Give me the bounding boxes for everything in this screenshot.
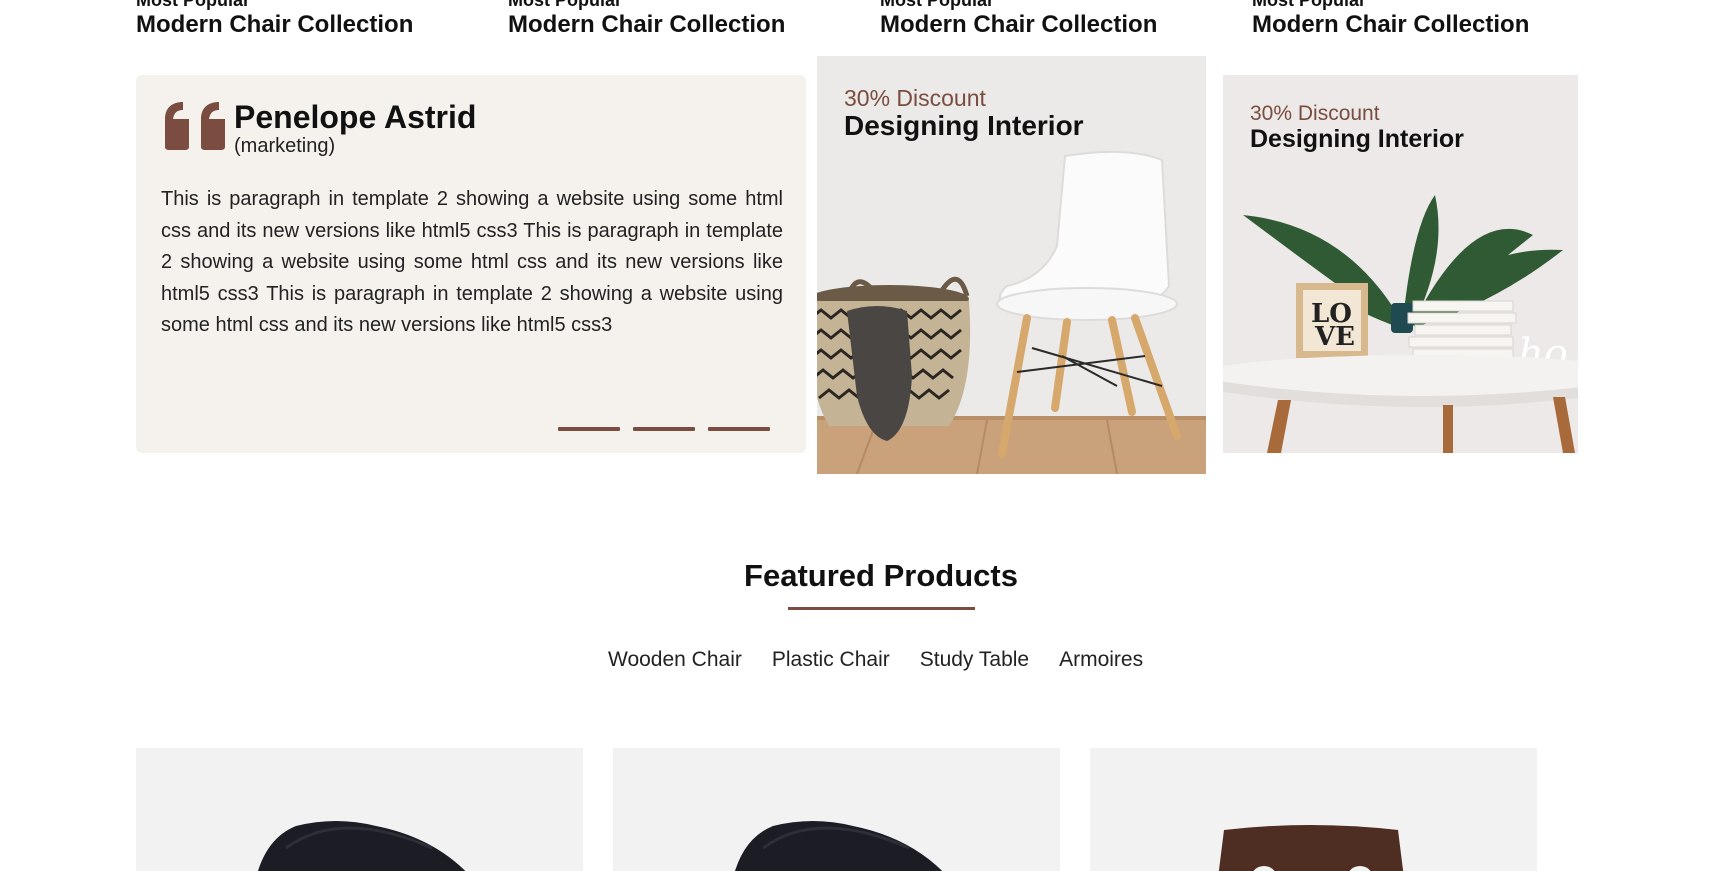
collection-title: Modern Chair Collection <box>1252 11 1530 38</box>
tab-plastic-chair[interactable]: Plastic Chair <box>772 648 890 672</box>
black-chair-image <box>735 821 943 871</box>
collection-title: Modern Chair Collection <box>880 11 1158 38</box>
collection-card-4[interactable]: Most Popular Modern Chair Collection <box>1252 0 1582 50</box>
testimonial-text: This is paragraph in template 2 showing … <box>161 188 783 336</box>
featured-products-heading: Featured Products <box>744 558 1018 593</box>
collection-card-2[interactable]: Most Popular Modern Chair Collection <box>508 0 838 50</box>
tab-study-table[interactable]: Study Table <box>920 648 1029 672</box>
testimonial-name: Penelope Astrid <box>234 99 477 135</box>
slide-indicator-3[interactable] <box>708 427 770 431</box>
promo-card-table[interactable]: LO VE ho 30% Discount Designing Interior <box>1223 75 1578 453</box>
collection-card-1[interactable]: Most Popular Modern Chair Collection <box>136 0 466 50</box>
collection-kicker: Most Popular <box>136 0 251 10</box>
collection-kicker: Most Popular <box>1252 0 1367 10</box>
slider-indicators <box>558 427 770 431</box>
promo-discount: 30% Discount <box>1250 102 1380 125</box>
testimonial-card: Penelope Astrid (marketing) This is para… <box>136 75 806 453</box>
heading-underline <box>788 607 975 610</box>
promo-discount: 30% Discount <box>844 85 986 111</box>
collection-card-3[interactable]: Most Popular Modern Chair Collection <box>880 0 1210 50</box>
slide-indicator-1[interactable] <box>558 427 620 431</box>
product-card-3[interactable] <box>1090 748 1537 871</box>
promo-title: Designing Interior <box>1250 125 1464 153</box>
promo-card-chair[interactable]: 30% Discount Designing Interior <box>817 56 1206 474</box>
tab-wooden-chair[interactable]: Wooden Chair <box>608 648 742 672</box>
tab-armoires[interactable]: Armoires <box>1059 648 1143 672</box>
product-card-2[interactable] <box>613 748 1060 871</box>
black-chair-image <box>258 821 466 871</box>
quote-icon <box>165 102 225 150</box>
collection-kicker: Most Popular <box>880 0 995 10</box>
collection-kicker: Most Popular <box>508 0 623 10</box>
collection-title: Modern Chair Collection <box>136 11 414 38</box>
svg-text:VE: VE <box>1314 322 1355 352</box>
collection-title: Modern Chair Collection <box>508 11 786 38</box>
product-category-tabs: Wooden Chair Plastic Chair Study Table A… <box>608 648 1143 672</box>
promo-title: Designing Interior <box>844 110 1084 141</box>
product-card-1[interactable] <box>136 748 583 871</box>
wooden-chair-image <box>1218 825 1404 871</box>
testimonial-role: (marketing) <box>234 135 336 157</box>
slide-indicator-2[interactable] <box>633 427 695 431</box>
